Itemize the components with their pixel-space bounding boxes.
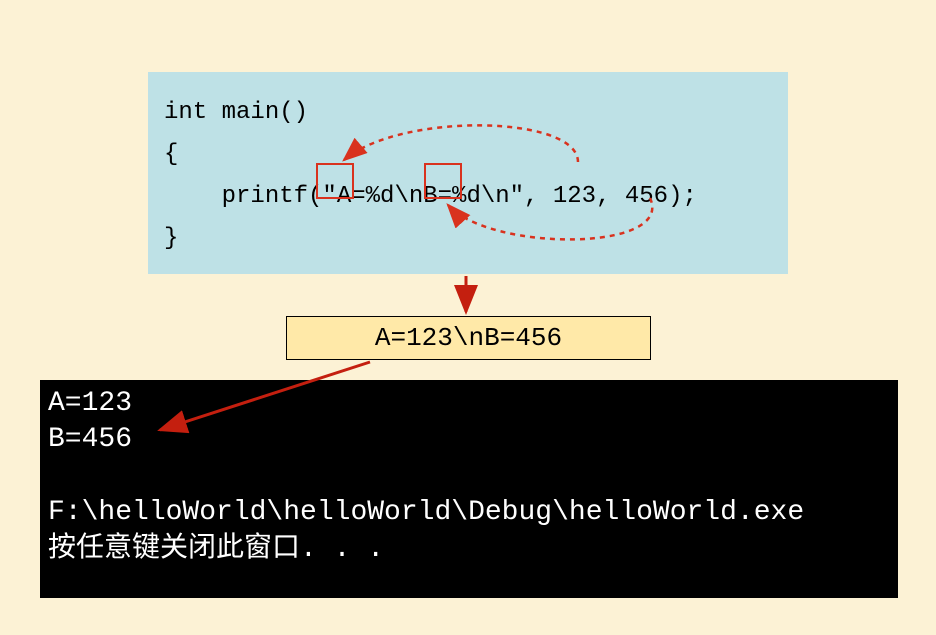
code-line-2: { xyxy=(164,141,178,168)
terminal-line-4: F:\helloWorld\helloWorld\Debug\helloWorl… xyxy=(48,497,804,528)
terminal-line-1: A=123 xyxy=(48,388,132,419)
format-spec-box-2 xyxy=(424,163,462,199)
terminal-line-2: B=456 xyxy=(48,424,132,455)
code-line-1: int main() xyxy=(164,99,308,126)
terminal-output: A=123 B=456 F:\helloWorld\helloWorld\Deb… xyxy=(40,380,898,598)
code-block: int main() { printf("A=%d\nB=%d\n", 123,… xyxy=(148,72,788,274)
intermediate-string-box: A=123\nB=456 xyxy=(286,316,651,360)
code-line-4: } xyxy=(164,225,178,252)
terminal-line-5: 按任意键关闭此窗口. . . xyxy=(48,534,384,565)
intermediate-string: A=123\nB=456 xyxy=(375,323,562,353)
format-spec-box-1 xyxy=(316,163,354,199)
